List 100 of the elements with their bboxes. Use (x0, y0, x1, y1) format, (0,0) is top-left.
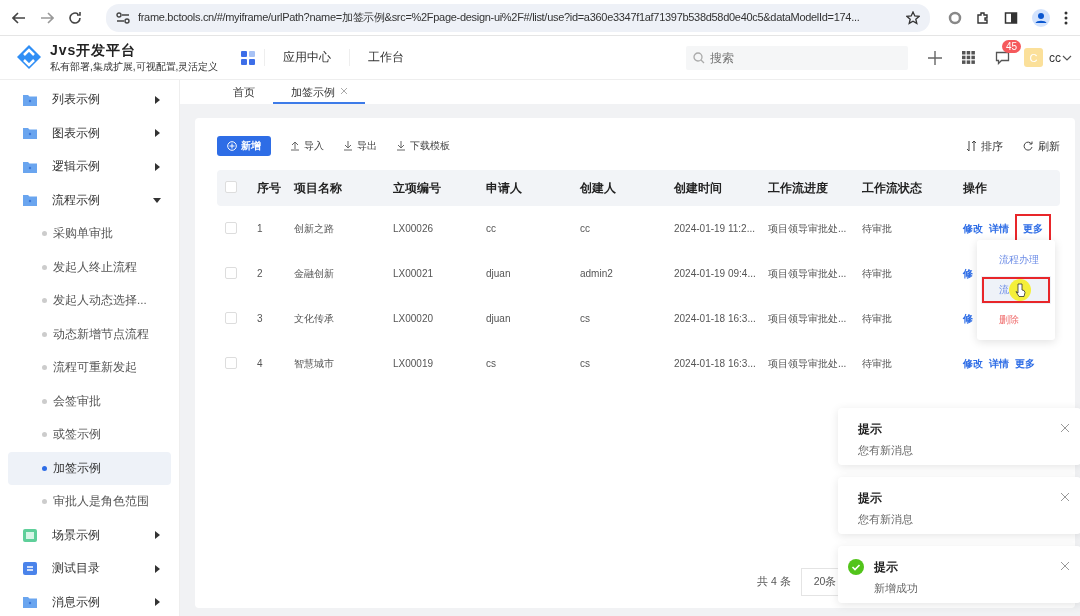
sidebar-subitem[interactable]: 会签审批 (8, 384, 171, 418)
sidebar-item[interactable]: 消息示例 (0, 585, 179, 616)
toolbar-button[interactable]: 导入 (291, 139, 324, 153)
action-link[interactable]: 修改 (963, 356, 983, 371)
table-cell-text: 创新之路 (294, 221, 335, 236)
plus-icon[interactable] (928, 50, 942, 65)
toolbar-button[interactable]: 下载模板 (397, 139, 450, 153)
refresh-button[interactable]: 刷新 (1023, 138, 1060, 154)
column-header: 项目名称 (294, 180, 343, 196)
table-cell-text: LX00026 (393, 223, 435, 234)
table-cell-text: cc (580, 223, 591, 234)
chat-icon[interactable] (995, 50, 1010, 65)
sidebar-item[interactable]: 逻辑示例 (0, 150, 179, 184)
sidebar-subitem[interactable]: 采购单审批 (8, 217, 171, 251)
column-header: 立项编号 (393, 180, 442, 196)
sidebar-subitem[interactable]: 审批人是角色范围 (8, 485, 171, 519)
reload-icon[interactable] (68, 10, 82, 25)
sidebar-item[interactable]: 场景示例 (0, 518, 179, 552)
table-cell-text: 项目领导审批处... (768, 221, 848, 236)
search-icon (693, 51, 705, 64)
apps-icon[interactable] (962, 51, 975, 64)
profile-icon[interactable] (1032, 8, 1050, 27)
action-link[interactable]: 修 (963, 266, 973, 281)
table-cell-text: 项目领导审批处... (768, 311, 848, 326)
notification-message: 您有新消息 (858, 444, 914, 458)
sidebar-item[interactable]: 列表示例 (0, 83, 179, 117)
checkbox[interactable] (225, 221, 237, 234)
square-icon (23, 528, 37, 542)
close-icon[interactable] (1061, 424, 1069, 432)
sort-button[interactable]: 排序 (967, 138, 1003, 154)
url-text: frame.bctools.cn/#/myiframe/urlPath?name=加签示例&src=%2Fpage-design-ui%2F#/list/use?id=a360e3347f1af71397b538d58d0e40c5&dataModelId=174... (138, 10, 861, 25)
table-cell-text: 项目领导审批处... (768, 356, 848, 371)
close-icon[interactable] (1061, 562, 1069, 570)
sidebar-item[interactable]: 流程示例 (0, 183, 179, 217)
action-link[interactable]: 修改 (963, 221, 983, 236)
side-panel-icon[interactable] (1004, 10, 1018, 25)
close-icon[interactable] (1061, 493, 1069, 501)
column-header: 创建人 (580, 180, 617, 196)
more-icon[interactable] (1064, 10, 1068, 25)
back-icon[interactable] (12, 10, 26, 25)
column-header: 序号 (257, 180, 282, 196)
table-cell-text: cs (486, 358, 497, 369)
circle-icon[interactable] (948, 10, 962, 25)
column-header: 操作 (963, 180, 988, 196)
table-cell-text: 4 (257, 358, 264, 369)
logo-title: Jvs开发平台 (50, 41, 138, 60)
table-cell-text: 待审批 (862, 311, 893, 326)
download-icon (397, 141, 405, 151)
table-cell-text: 项目领导审批处... (768, 266, 848, 281)
table-cell-text: LX00019 (393, 358, 435, 369)
sidebar-subitem[interactable]: 发起人终止流程 (8, 250, 171, 284)
sidebar-subitem[interactable]: 流程可重新发起 (8, 351, 171, 385)
table-cell-text: LX00020 (393, 313, 435, 324)
sidebar-item[interactable]: 图表示例 (0, 116, 179, 150)
sidebar-subitem[interactable]: 动态新增节点流程 (8, 317, 171, 351)
refresh-icon (1023, 141, 1033, 151)
puzzle-icon[interactable] (976, 10, 990, 25)
tab[interactable]: 加签示例 (273, 80, 365, 104)
user-name[interactable]: cc (1049, 50, 1061, 65)
table-cell-text: cs (580, 313, 591, 324)
folder-icon (23, 596, 37, 609)
plus-circle-icon (227, 141, 237, 151)
sidebar-subitem[interactable]: 或签示例 (8, 418, 171, 452)
add-button[interactable]: 新增 (217, 136, 271, 156)
checkbox[interactable] (225, 181, 237, 193)
table-cell-text: 智慧城市 (294, 356, 335, 371)
table-cell-text: djuan (486, 313, 512, 324)
toolbar-button[interactable]: 导出 (344, 139, 377, 153)
total-count: 共 4 条 (757, 575, 791, 589)
search-field[interactable]: 搜索 (686, 45, 908, 70)
chevron-down-icon[interactable] (1062, 54, 1072, 61)
checkbox[interactable] (225, 266, 237, 279)
document-icon (23, 562, 37, 576)
table-cell-text: 1 (257, 223, 264, 234)
sort-icon (967, 140, 976, 152)
tab[interactable]: 首页 (215, 80, 273, 104)
site-settings-icon[interactable] (116, 11, 130, 24)
action-link[interactable]: 更多 (1015, 356, 1035, 371)
table-cell-text: 2024-01-19 09:4... (674, 268, 757, 279)
notification-message: 您有新消息 (858, 513, 914, 527)
close-icon[interactable] (341, 88, 347, 94)
sidebar-item[interactable]: 测试目录 (0, 552, 179, 586)
table-cell-text: admin2 (580, 268, 614, 279)
app-grid-icon[interactable] (240, 49, 256, 66)
nav-link[interactable]: 工作台 (349, 49, 422, 66)
action-link[interactable]: 详情 (989, 356, 1009, 371)
column-header: 申请人 (486, 180, 523, 196)
column-header: 创建时间 (674, 180, 723, 196)
address-bar[interactable]: frame.bctools.cn/#/myiframe/urlPath?name=加签示例&src=%2Fpage-design-ui%2F#/list/use?id=a360e3347f1af71397b538d58d0e40c5&dataModelId=174... (106, 3, 930, 32)
table-cell-text: 2024-01-18 16:3... (674, 358, 757, 369)
action-link[interactable]: 详情 (989, 221, 1009, 236)
action-link[interactable]: 修 (963, 311, 973, 326)
star-icon[interactable] (906, 10, 920, 25)
forward-icon[interactable] (40, 10, 54, 25)
checkbox[interactable] (225, 311, 237, 324)
sidebar-subitem[interactable]: 发起人动态选择... (8, 284, 171, 318)
nav-link[interactable]: 应用中心 (264, 49, 349, 66)
checkbox[interactable] (225, 356, 237, 369)
download-icon (344, 141, 352, 151)
sidebar-subitem[interactable]: 加签示例 (8, 451, 171, 485)
